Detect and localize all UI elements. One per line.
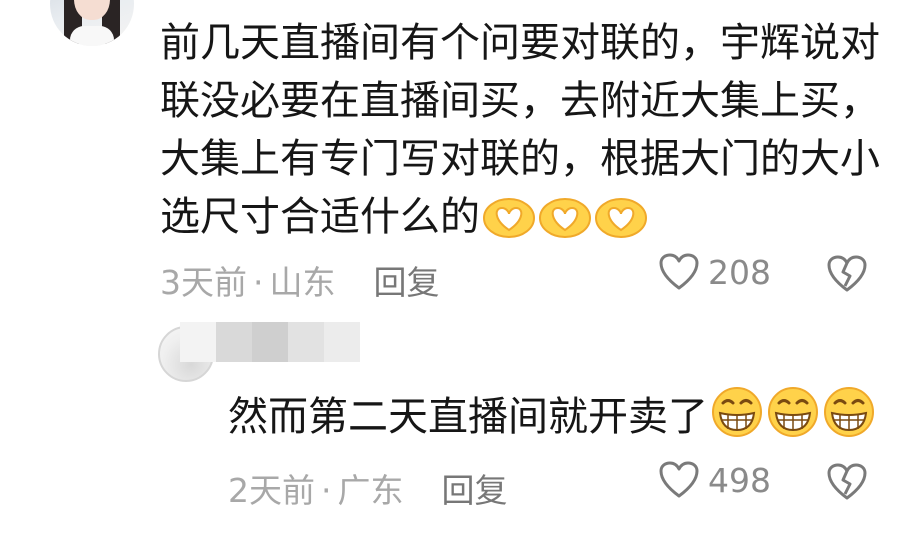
reply-time: 2天前 — [228, 471, 315, 510]
meta-separator: · — [321, 471, 332, 510]
comment-like-count: 208 — [708, 252, 771, 292]
heart-hands-emoji-icon — [538, 194, 592, 254]
comment-time: 3天前 — [160, 263, 247, 302]
comment-location: 山东 — [269, 263, 336, 302]
comment-like-button[interactable]: 208 — [658, 252, 771, 292]
heart-hands-emoji-icon — [594, 194, 648, 254]
heart-outline-icon — [659, 253, 699, 290]
reply-body: 然而第二天直播间就开卖了 — [228, 386, 888, 454]
reply-like-button[interactable]: 498 — [658, 460, 771, 500]
heart-hands-emoji-icon — [482, 194, 536, 254]
reply-location: 广东 — [337, 471, 404, 510]
broken-heart-icon[interactable] — [826, 462, 868, 502]
grinning-emoji-icon — [710, 386, 764, 454]
reply-username-blurred — [180, 322, 360, 362]
grinning-emoji-icon — [766, 386, 820, 454]
heart-outline-icon — [659, 461, 699, 498]
reply-meta: 2天前 · 广东 回复 — [228, 464, 508, 512]
meta-separator: · — [253, 263, 264, 302]
reply-like-count: 498 — [708, 460, 771, 500]
commenter-avatar[interactable] — [50, 0, 134, 46]
comment-body: 前几天直播间有个问要对联的，宇辉说对联没必要在直播间买，去附近大集上买，大集上有… — [160, 14, 880, 254]
reply-text: 然而第二天直播间就开卖了 — [228, 394, 708, 440]
broken-heart-icon[interactable] — [826, 254, 868, 294]
reply-reply-button[interactable]: 回复 — [442, 471, 508, 510]
comment-meta: 3天前 · 山东 回复 — [160, 256, 440, 304]
grinning-emoji-icon — [822, 386, 876, 454]
comment-reply-button[interactable]: 回复 — [374, 263, 440, 302]
